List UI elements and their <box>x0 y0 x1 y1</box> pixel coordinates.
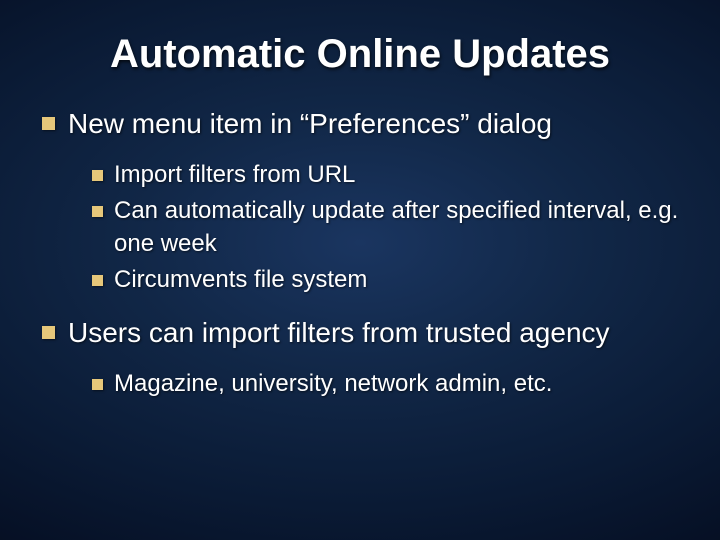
list-item: Users can import filters from trusted ag… <box>68 314 680 400</box>
list-item: Magazine, university, network admin, etc… <box>114 368 680 400</box>
list-item: Import filters from URL <box>114 159 680 191</box>
bullet-text: Can automatically update after specified… <box>114 197 678 256</box>
list-item: Can automatically update after specified… <box>114 195 680 260</box>
list-item: New menu item in “Preferences” dialog Im… <box>68 105 680 296</box>
list-item: Circumvents file system <box>114 264 680 296</box>
bullet-text: New menu item in “Preferences” dialog <box>68 108 552 139</box>
bullet-text: Circumvents file system <box>114 266 367 293</box>
slide: Automatic Online Updates New menu item i… <box>0 0 720 540</box>
bullet-text: Users can import filters from trusted ag… <box>68 317 610 348</box>
bullet-list-level-2: Import filters from URL Can automaticall… <box>68 159 680 297</box>
bullet-list-level-1: New menu item in “Preferences” dialog Im… <box>40 105 680 401</box>
bullet-list-level-2: Magazine, university, network admin, etc… <box>68 368 680 400</box>
slide-title: Automatic Online Updates <box>40 32 680 77</box>
bullet-text: Magazine, university, network admin, etc… <box>114 370 552 397</box>
bullet-text: Import filters from URL <box>114 161 355 188</box>
